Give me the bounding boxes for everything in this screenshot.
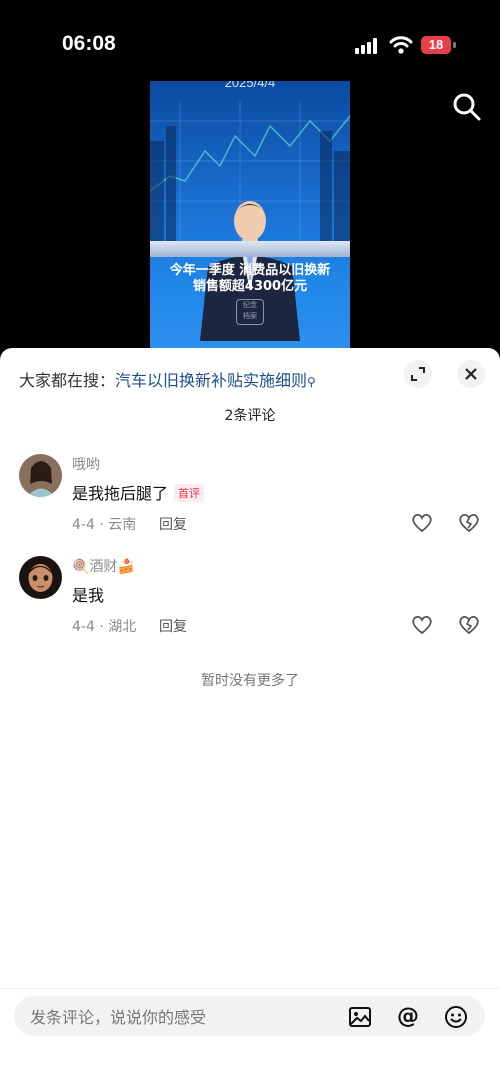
caption-line-1: 今年一季度 消费品以旧换新 (169, 263, 331, 278)
wifi-icon (389, 36, 413, 54)
username-lollipop-emoji: 🍭 (72, 559, 90, 575)
comment-text: 是我拖后腿了 首评 (72, 480, 205, 504)
video-date: 2025/4/4 (224, 81, 276, 90)
signal-icon (355, 38, 381, 54)
expand-button[interactable] (404, 360, 432, 388)
caption-line-2: 销售额超4300亿元 (192, 279, 308, 294)
expand-icon (411, 367, 425, 381)
comment-meta: 4-4 · 湖北 (72, 619, 137, 635)
video-player[interactable]: 2025/4/4 今年一季度 消费品以旧换新 销售额超4300亿元 纪念 档案 (150, 81, 350, 348)
logo-line-1: 纪念 (243, 301, 257, 309)
comment-input-bar: @ (0, 988, 500, 1086)
first-comment-badge: 首评 (174, 484, 205, 502)
emoji-icon[interactable] (444, 1005, 468, 1029)
news-desk (150, 241, 350, 257)
comments-sheet: 大家都在搜：汽车以旧换新补贴实施细则⚲ 2条评论 哦哟 是我拖后腿了 首评 4-4… (0, 348, 500, 1086)
search-topic-link[interactable]: 汽车以旧换新补贴实施细则 (115, 371, 307, 390)
comment-item: 哦哟 是我拖后腿了 首评 4-4 · 云南 回复 (0, 454, 500, 544)
status-time: 06:08 (62, 32, 116, 55)
comment-input[interactable] (28, 996, 332, 1038)
comment-meta: 4-4 · 云南 (72, 517, 137, 533)
no-more-comments: 暂时没有更多了 (201, 673, 299, 689)
close-button[interactable] (457, 360, 485, 388)
comment-text: 是我 (72, 586, 105, 605)
video-caption: 今年一季度 消费品以旧换新 销售额超4300亿元 (150, 263, 350, 295)
battery-tip (453, 42, 456, 48)
like-icon[interactable] (411, 513, 433, 533)
image-icon[interactable] (348, 1005, 372, 1029)
status-bar: 06:08 18 (0, 0, 500, 121)
comment-count: 2条评论 (224, 408, 276, 424)
comment-input-container[interactable]: @ (14, 996, 485, 1038)
comment-username[interactable]: 哦哟 (72, 454, 100, 474)
small-search-icon: ⚲ (307, 375, 316, 389)
like-icon[interactable] (411, 615, 433, 635)
comment-username[interactable]: 🍭酒财🍰 (72, 556, 135, 576)
at-icon[interactable]: @ (396, 1005, 420, 1029)
search-prefix: 大家都在搜： (19, 371, 116, 390)
username-text: 酒财 (89, 559, 118, 575)
battery-level: 18 (428, 37, 444, 52)
reply-button[interactable]: 回复 (159, 514, 187, 534)
comment-body: 是我拖后腿了 (72, 484, 169, 503)
reply-button[interactable]: 回复 (159, 616, 187, 636)
logo-line-2: 档案 (243, 312, 257, 320)
avatar[interactable] (19, 556, 62, 599)
trending-search[interactable]: 大家都在搜：汽车以旧换新补贴实施细则⚲ (19, 367, 316, 391)
username-cake-emoji: 🍰 (117, 559, 135, 575)
search-icon[interactable] (452, 92, 482, 122)
dislike-icon[interactable] (458, 513, 480, 533)
close-icon (465, 368, 477, 380)
battery-icon: 18 (421, 36, 451, 54)
channel-logo: 纪念 档案 (236, 299, 264, 325)
comment-item: 🍭酒财🍰 是我 4-4 · 湖北 回复 (0, 556, 500, 646)
dislike-icon[interactable] (458, 615, 480, 635)
avatar[interactable] (19, 454, 62, 497)
